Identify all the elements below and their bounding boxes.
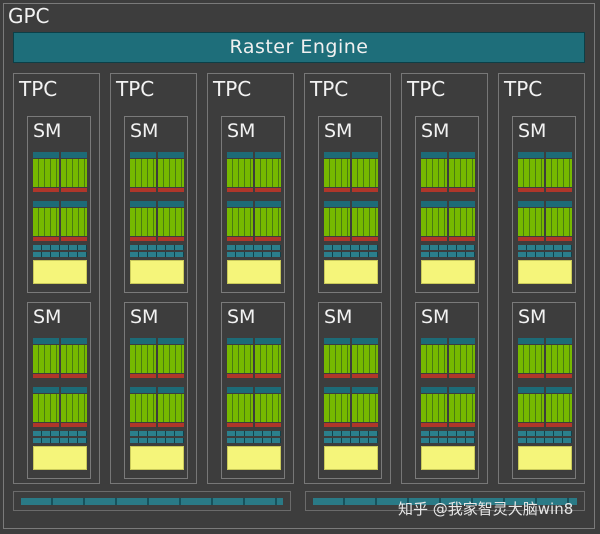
texture-unit <box>421 446 475 470</box>
sm-block: SM <box>415 302 479 479</box>
sm-cores <box>421 152 475 288</box>
sm-cores <box>518 152 572 288</box>
sm-cores <box>324 152 378 288</box>
sm-label: SM <box>130 119 158 143</box>
gpc-title: GPC <box>8 4 50 28</box>
sm-cores <box>227 338 281 474</box>
tpc-3: TPC SM SM <box>207 73 294 484</box>
sm-block: SM <box>512 116 576 293</box>
raster-engine: Raster Engine <box>13 32 585 63</box>
sm-cores <box>130 152 184 288</box>
tpc-label: TPC <box>19 77 57 101</box>
sm-label: SM <box>518 305 546 329</box>
texture-unit <box>324 260 378 284</box>
texture-unit <box>33 446 87 470</box>
texture-unit <box>227 446 281 470</box>
sm-cores <box>227 152 281 288</box>
tpc-2: TPC SM SM <box>110 73 197 484</box>
texture-unit <box>130 446 184 470</box>
texture-unit <box>421 260 475 284</box>
sm-block: SM <box>27 116 91 293</box>
sm-cores <box>130 338 184 474</box>
sm-label: SM <box>421 305 449 329</box>
sm-label: SM <box>227 119 255 143</box>
sm-label: SM <box>33 119 61 143</box>
tpc-1: TPC SM SM <box>13 73 100 484</box>
tpc-5: TPC SM SM <box>401 73 488 484</box>
texture-unit <box>130 260 184 284</box>
sm-block: SM <box>124 116 188 293</box>
sm-label: SM <box>324 119 352 143</box>
sm-cores <box>33 152 87 288</box>
sm-block: SM <box>415 116 479 293</box>
texture-unit <box>33 260 87 284</box>
sm-label: SM <box>227 305 255 329</box>
sm-cores <box>324 338 378 474</box>
sm-block: SM <box>221 302 285 479</box>
tpc-4: TPC SM SM <box>304 73 391 484</box>
tpc-6: TPC SM SM <box>498 73 585 484</box>
bottom-bus-left <box>13 491 291 511</box>
texture-unit <box>518 260 572 284</box>
sm-label: SM <box>324 305 352 329</box>
sm-cores <box>518 338 572 474</box>
sm-label: SM <box>421 119 449 143</box>
tpc-label: TPC <box>504 77 542 101</box>
texture-unit <box>227 260 281 284</box>
sm-label: SM <box>33 305 61 329</box>
tpc-label: TPC <box>116 77 154 101</box>
sm-label: SM <box>518 119 546 143</box>
sm-block: SM <box>512 302 576 479</box>
sm-block: SM <box>318 116 382 293</box>
sm-cores <box>421 338 475 474</box>
texture-unit <box>324 446 378 470</box>
tpc-label: TPC <box>407 77 445 101</box>
sm-block: SM <box>318 302 382 479</box>
watermark-text: 知乎 @我家智灵大脑win8 <box>398 500 573 518</box>
tpc-label: TPC <box>310 77 348 101</box>
sm-block: SM <box>27 302 91 479</box>
sm-block: SM <box>124 302 188 479</box>
sm-block: SM <box>221 116 285 293</box>
texture-unit <box>518 446 572 470</box>
sm-cores <box>33 338 87 474</box>
sm-label: SM <box>130 305 158 329</box>
tpc-label: TPC <box>213 77 251 101</box>
